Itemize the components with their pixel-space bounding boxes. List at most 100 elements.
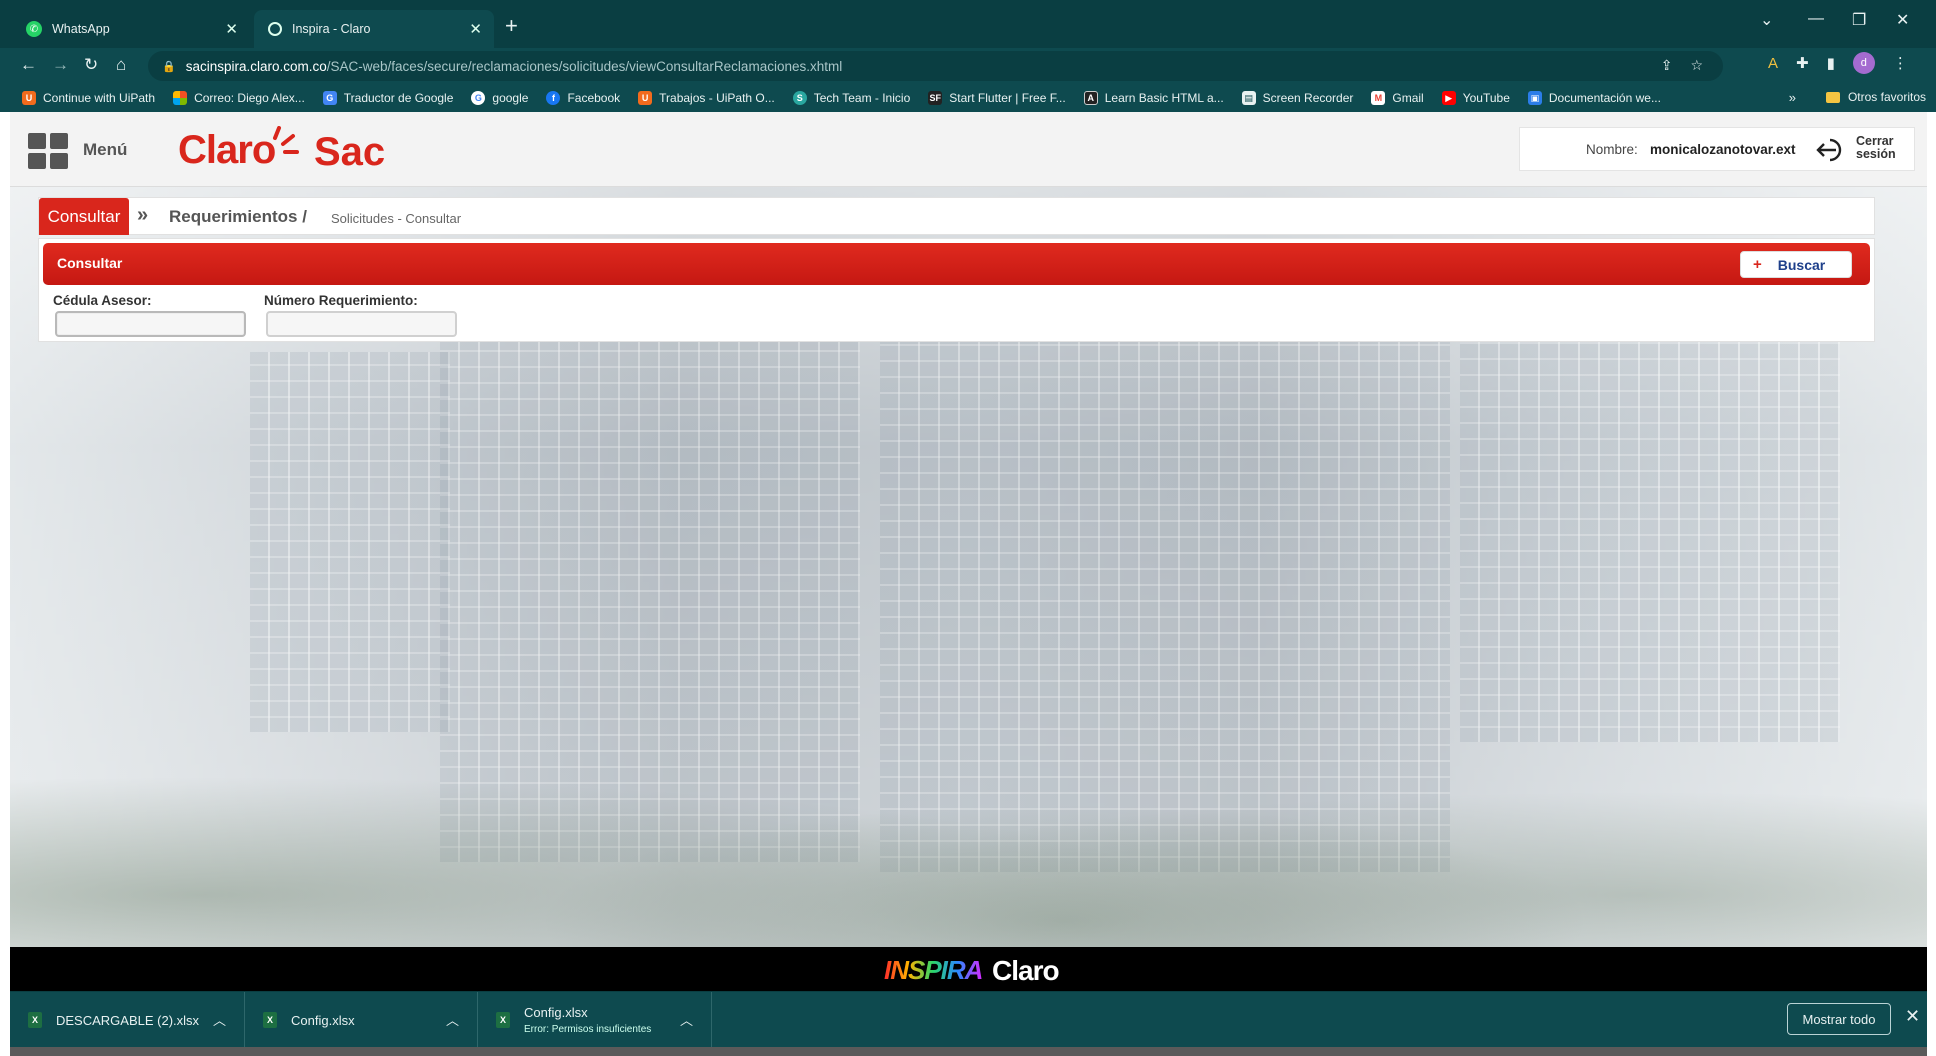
bookmark-documentacion[interactable]: ▣ Documentación we... — [1527, 91, 1661, 105]
lock-icon[interactable]: 🔒 — [162, 60, 176, 73]
background-trees — [10, 687, 1927, 947]
bookmark-label: Start Flutter | Free F... — [949, 91, 1066, 105]
panel-title: Consultar — [57, 255, 123, 271]
bookmark-label: YouTube — [1462, 91, 1510, 105]
breadcrumb-consultar-button[interactable]: Consultar — [39, 198, 129, 235]
bookmark-facebook[interactable]: f Facebook — [546, 91, 620, 105]
download-item[interactable]: X Config.xlsx ︿ — [245, 992, 478, 1048]
breadcrumb: Consultar » Requerimientos / Solicitudes… — [38, 197, 1875, 235]
bookmark-learn-html[interactable]: A Learn Basic HTML a... — [1083, 91, 1224, 105]
url-host: sacinspira.claro.com.co — [185, 58, 327, 74]
bookmark-label: Gmail — [1392, 91, 1424, 105]
other-bookmarks-folder[interactable]: Otros favoritos — [1825, 90, 1926, 104]
bookmark-trabajos-uipath[interactable]: U Trabajos - UiPath O... — [638, 91, 775, 105]
background-building — [1460, 342, 1840, 742]
reload-icon[interactable]: ↻ — [84, 56, 98, 74]
forward-icon[interactable]: → — [52, 56, 69, 74]
download-name: DESCARGABLE (2).xlsx — [56, 1012, 200, 1028]
close-tab-icon[interactable]: ✕ — [225, 20, 238, 38]
translate-icon: G — [322, 91, 337, 105]
user-box: Nombre: monicalozanotovar.ext Cerrar ses… — [1519, 127, 1915, 171]
tab-whatsapp[interactable]: ✆ WhatsApp ✕ — [12, 10, 250, 48]
footer-brand-bar: INSPIRA Claro — [10, 947, 1927, 991]
kebab-menu-icon[interactable]: ⋮ — [1893, 54, 1908, 72]
angular-icon: A — [1083, 91, 1098, 105]
sac-logo: Sac — [314, 130, 386, 174]
cedula-asesor-label: Cédula Asesor: — [53, 293, 152, 308]
buscar-label: Buscar — [1777, 256, 1826, 273]
toolbar: ← → ↻ ⌂ 🔒 sacinspira.claro.com.co /SAC-w… — [0, 48, 1936, 84]
chevron-up-icon[interactable]: ︿ — [213, 1010, 226, 1029]
bookmark-tech-team[interactable]: S Tech Team - Inicio — [792, 91, 911, 105]
browser-chrome: ✆ WhatsApp ✕ Inspira - Claro ✕ + ⌄ — ❐ ✕… — [0, 0, 1936, 112]
page-viewport: Menú Claro Sac Nombre: monicalozanotovar… — [10, 112, 1927, 947]
breadcrumb-main[interactable]: Requerimientos / — [169, 207, 307, 227]
taskbar-strip — [10, 1047, 1927, 1056]
bookmark-label: Continue with UiPath — [43, 91, 156, 105]
menu-label[interactable]: Menú — [83, 140, 127, 160]
facebook-icon: f — [546, 91, 561, 105]
techteam-icon: S — [792, 91, 807, 105]
plus-icon: + — [1753, 256, 1762, 273]
bookmark-start-flutter[interactable]: SF Start Flutter | Free F... — [928, 91, 1066, 105]
restore-button[interactable]: ❐ — [1852, 10, 1866, 30]
breadcrumb-sub: Solicitudes - Consultar — [331, 211, 462, 226]
globe-icon — [268, 22, 282, 36]
bookmark-label: Correo: Diego Alex... — [194, 91, 305, 105]
close-tab-icon[interactable]: ✕ — [469, 20, 482, 38]
logout-button[interactable]: Cerrar sesión — [1856, 135, 1906, 161]
bookmarks-bar: U Continue with UiPath Correo: Diego Alex… — [0, 84, 1936, 112]
close-shelf-icon[interactable]: ✕ — [1905, 1006, 1920, 1027]
other-bookmarks-label: Otros favoritos — [1847, 90, 1926, 104]
tab-inspira-claro[interactable]: Inspira - Claro ✕ — [254, 10, 494, 48]
bookmark-correo[interactable]: Correo: Diego Alex... — [173, 91, 305, 105]
bookmark-label: Documentación we... — [1548, 91, 1661, 105]
buscar-button[interactable]: + Buscar — [1740, 251, 1852, 278]
close-window-button[interactable]: ✕ — [1896, 10, 1909, 30]
excel-file-icon: X — [496, 1012, 510, 1028]
whatsapp-icon: ✆ — [26, 21, 42, 37]
bookmark-youtube[interactable]: ▶ YouTube — [1441, 91, 1510, 105]
home-icon[interactable]: ⌂ — [116, 56, 126, 74]
download-item[interactable]: X DESCARGABLE (2).xlsx ︿ — [10, 992, 245, 1048]
share-icon[interactable]: ⇪ — [1661, 57, 1673, 74]
bookmark-label: Learn Basic HTML a... — [1104, 91, 1224, 105]
puzzle-icon[interactable]: ✚ — [1796, 54, 1809, 72]
back-icon[interactable]: ← — [20, 56, 37, 74]
search-panel: Consultar + Buscar Cédula Asesor: Número… — [38, 238, 1875, 342]
profile-avatar[interactable]: d — [1852, 52, 1875, 74]
extension-a-icon[interactable]: A — [1768, 55, 1778, 72]
bookmark-label: Facebook — [567, 91, 621, 105]
address-bar[interactable]: 🔒 sacinspira.claro.com.co /SAC-web/faces… — [148, 51, 1723, 81]
new-tab-button[interactable]: + — [505, 14, 518, 38]
chevron-up-icon[interactable]: ︿ — [446, 1010, 459, 1029]
background-building — [250, 352, 450, 732]
bookmark-screen-recorder[interactable]: ▤ Screen Recorder — [1241, 91, 1353, 105]
numero-requerimiento-input[interactable] — [266, 311, 457, 337]
bookmark-google[interactable]: Ggoogle — [471, 91, 528, 105]
download-item[interactable]: X Config.xlsx Error: Permisos insuficien… — [478, 992, 712, 1048]
google-icon: G — [471, 91, 486, 105]
logout-icon[interactable] — [1816, 137, 1848, 163]
download-name: Config.xlsx — [524, 1005, 588, 1020]
bookmark-label: Tech Team - Inicio — [813, 91, 911, 105]
claro-logo: Claro — [178, 126, 300, 173]
breadcrumb-separator-icon: » — [137, 204, 149, 226]
menu-grid-icon[interactable] — [28, 133, 68, 169]
bookmark-gmail[interactable]: M Gmail — [1371, 91, 1424, 105]
download-shelf: X DESCARGABLE (2).xlsx ︿ X Config.xlsx ︿… — [10, 991, 1927, 1048]
gmail-icon: M — [1371, 91, 1386, 105]
bookmark-continue-uipath[interactable]: U Continue with UiPath — [22, 91, 155, 105]
cedula-asesor-input[interactable] — [55, 311, 246, 337]
app-header: Menú Claro Sac Nombre: monicalozanotovar… — [10, 112, 1927, 187]
download-error-status: Error: Permisos insuficientes — [524, 1024, 652, 1035]
tab-search-icon[interactable]: ⌄ — [1760, 10, 1773, 30]
sidepanel-icon[interactable]: ▮ — [1827, 54, 1835, 72]
more-bookmarks-button[interactable]: » — [1789, 90, 1796, 105]
chevron-up-icon[interactable]: ︿ — [680, 1010, 693, 1029]
minimize-button[interactable]: — — [1808, 10, 1824, 28]
tab-title: Inspira - Claro — [292, 22, 371, 36]
bookmark-traductor[interactable]: G Traductor de Google — [322, 91, 453, 105]
show-all-downloads-button[interactable]: Mostrar todo — [1787, 1003, 1891, 1035]
star-icon[interactable]: ☆ — [1690, 57, 1703, 74]
